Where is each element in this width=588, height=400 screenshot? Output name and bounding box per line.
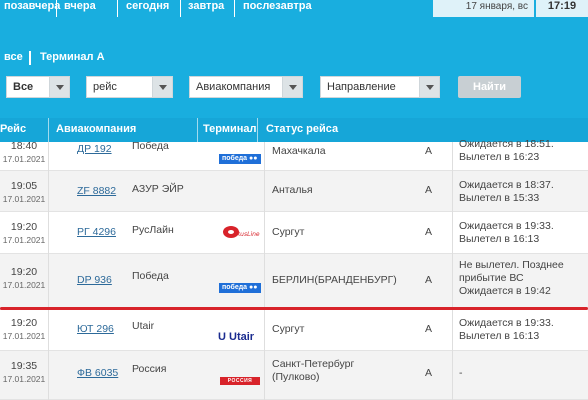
airline-name: АЗУР ЭЙР xyxy=(132,183,184,195)
destination-city: Махачкала xyxy=(272,145,326,157)
flight-status: - xyxy=(459,367,463,379)
table-row: 19:35 17.01.2021 ФВ 6035 Россия Санкт-Петерб… xyxy=(0,351,588,400)
direction-select[interactable]: Направление xyxy=(320,76,440,98)
table-row: 19:05 17.01.2021 ZF 8882 АЗУР ЭЙР Анталья А Ож… xyxy=(0,171,588,212)
day-tabs: позавчера вчера сегодня завтра послезавт… xyxy=(0,0,588,22)
utair-logo: U Utair xyxy=(218,331,255,343)
airline-name: РусЛайн xyxy=(132,224,174,236)
column-status: Статус рейса xyxy=(266,123,339,135)
tab-yesterday[interactable]: вчера xyxy=(64,0,96,17)
airline-select[interactable]: Авиакомпания xyxy=(189,76,303,98)
flight-select[interactable]: рейс xyxy=(86,76,173,98)
header-band: позавчера вчера сегодня завтра послезавт… xyxy=(0,0,588,142)
current-date: 17 января, вс xyxy=(433,0,534,17)
scheduled-time: 19:05 17.01.2021 xyxy=(0,180,48,204)
airline-name: Победа xyxy=(132,270,169,282)
scheduled-time: 19:20 17.01.2021 xyxy=(0,221,48,245)
destination-city: Сургут xyxy=(272,226,305,238)
column-terminal: Терминал xyxy=(203,123,257,135)
time-value: 19:05 xyxy=(10,180,38,192)
find-button[interactable]: Найти xyxy=(458,76,521,98)
time-value: 18:40 xyxy=(10,140,38,152)
column-airline: Авиакомпания xyxy=(56,123,137,135)
filters-bar: Все рейс Авиакомпания Направление Найти xyxy=(0,76,588,100)
terminal-value: А xyxy=(425,226,433,238)
flight-status: Ожидается в 18:51. Вылетел в 16:23 xyxy=(459,138,554,163)
rusline-logo: RusLine xyxy=(222,225,260,239)
flight-status: Ожидается в 19:33. Вылетел в 16:13 xyxy=(459,317,554,342)
airline-name: Россия xyxy=(132,363,167,375)
scheduled-time: 19:20 17.01.2021 xyxy=(0,266,48,290)
terminal-all-link[interactable]: все xyxy=(4,51,23,63)
time-value: 19:35 xyxy=(10,360,38,372)
destination-city: БЕРЛИН(БРАНДЕНБУРГ) xyxy=(272,274,397,286)
chevron-down-icon[interactable] xyxy=(49,77,69,97)
flight-number-link[interactable]: ЮТ 296 xyxy=(77,323,114,335)
flight-number-link[interactable]: ФВ 6035 xyxy=(77,367,118,379)
chevron-down-icon[interactable] xyxy=(419,77,439,97)
date-value: 17.01.2021 xyxy=(2,194,46,204)
flight-number-link[interactable]: ZF 8882 xyxy=(77,185,116,197)
airline-name: Utair xyxy=(132,320,155,332)
pobeda-logo: победа ●● xyxy=(219,154,261,164)
terminal-value: А xyxy=(425,184,433,196)
table-row: 19:20 17.01.2021 ЮТ 296 Utair Сургут А Ожидает… xyxy=(0,310,588,351)
terminal-value: А xyxy=(425,145,433,157)
terminal-value: А xyxy=(425,367,433,379)
terminal-value: А xyxy=(425,323,433,335)
table-row: 18:40 17.01.2021 ДР 192 Победа Махачкала А Ожи… xyxy=(0,138,588,171)
all-select[interactable]: Все xyxy=(6,76,70,98)
flight-number-link[interactable]: РГ 4296 xyxy=(77,226,116,238)
flight-number-link[interactable]: ДР 192 xyxy=(77,143,112,155)
current-time: 17:19 xyxy=(536,0,588,17)
date-value: 17.01.2021 xyxy=(2,280,46,290)
scheduled-time: 18:40 17.01.2021 xyxy=(0,140,48,164)
chevron-down-icon[interactable] xyxy=(282,77,302,97)
terminal-value: А xyxy=(425,274,433,286)
time-value: 19:20 xyxy=(10,221,38,233)
flight-status: Ожидается в 18:37. Вылетел в 15:33 xyxy=(459,179,554,204)
scheduled-time: 19:20 17.01.2021 xyxy=(0,317,48,341)
tab-today[interactable]: сегодня xyxy=(126,0,169,17)
time-value: 19:20 xyxy=(10,266,38,278)
current-time-marker xyxy=(0,307,588,310)
table-row: 19:20 17.01.2021 DP 936 Победа БЕРЛИН(БРАНДЕ… xyxy=(0,254,588,310)
pobeda-logo: победа ●● xyxy=(219,283,261,293)
destination-city: Сургут xyxy=(272,323,305,335)
tab-day-after-tomorrow[interactable]: послезавтра xyxy=(243,0,312,17)
terminal-a-link[interactable]: Терминал А xyxy=(40,51,105,63)
svg-text:RusLine: RusLine xyxy=(236,231,260,238)
destination-city: Анталья xyxy=(272,184,313,196)
flight-status: Не вылетел. Позднее прибытие ВС Ожидается … xyxy=(459,259,564,297)
date-value: 17.01.2021 xyxy=(2,235,46,245)
flight-status: Ожидается в 19:33. Вылетел в 16:13 xyxy=(459,220,554,245)
airline-name: Победа xyxy=(132,140,169,152)
flight-number-link[interactable]: DP 936 xyxy=(77,274,112,286)
date-value: 17.01.2021 xyxy=(2,154,46,164)
time-value: 19:20 xyxy=(10,317,38,329)
table-row: 19:20 17.01.2021 РГ 4296 РусЛайн Сургут А Ожид… xyxy=(0,212,588,254)
tab-tomorrow[interactable]: завтра xyxy=(188,0,224,17)
rossiya-logo: РОССИЯ xyxy=(220,377,260,385)
column-flight: Рейс xyxy=(0,123,27,135)
chevron-down-icon[interactable] xyxy=(152,77,172,97)
date-value: 17.01.2021 xyxy=(2,374,46,384)
scheduled-time: 19:35 17.01.2021 xyxy=(0,360,48,384)
date-value: 17.01.2021 xyxy=(2,331,46,341)
destination-city: Санкт-Петербург (Пулково) xyxy=(272,358,355,383)
tab-day-before-yesterday[interactable]: позавчера xyxy=(4,0,60,17)
